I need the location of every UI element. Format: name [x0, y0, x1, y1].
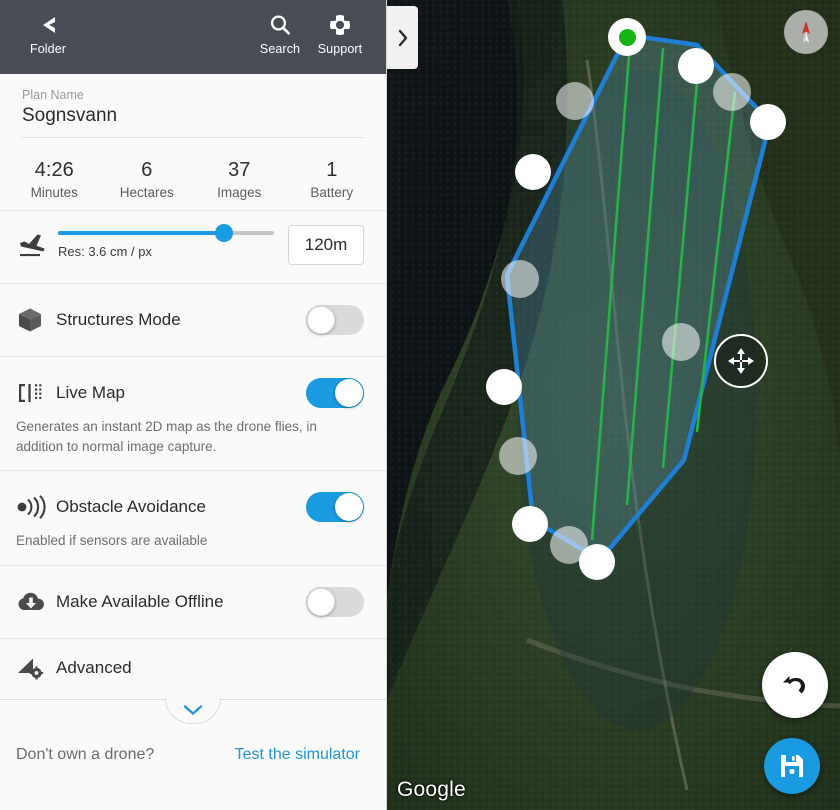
back-to-folder-button[interactable]: Folder: [24, 0, 72, 56]
option-title: Obstacle Avoidance: [56, 497, 206, 517]
option-obstacle-avoidance[interactable]: Obstacle Avoidance Enabled if sensors ar…: [0, 471, 386, 566]
option-title: Structures Mode: [56, 310, 181, 329]
mission-planner-screen: Folder Search Support Plan Name Sognsvan…: [0, 0, 840, 810]
toggle-knob: [307, 587, 335, 616]
vertex-handle[interactable]: [515, 154, 551, 190]
vertex-handle[interactable]: [678, 48, 714, 84]
stat-value: 1: [326, 159, 338, 181]
stat-images: 37 Images: [193, 158, 286, 200]
stat-caption: Images: [217, 185, 262, 200]
stat-battery: 1 Battery: [286, 158, 379, 200]
settings-sidebar: Folder Search Support Plan Name Sognsvan…: [0, 0, 387, 810]
sensor-waves-icon: [16, 494, 56, 520]
panel-divider: [0, 697, 386, 724]
stat-value: 4:26: [34, 159, 74, 181]
stat-caption: Battery: [310, 185, 354, 200]
option-title: Live Map: [56, 383, 125, 402]
toggle-knob: [307, 306, 335, 334]
vertex-handle[interactable]: [486, 369, 522, 405]
stat-value: 37: [228, 159, 251, 181]
vertex-handle[interactable]: [512, 506, 548, 542]
expand-panel-tab[interactable]: [387, 6, 418, 69]
stat-caption: Hectares: [119, 185, 174, 200]
map-view[interactable]: start Google: [387, 0, 840, 810]
stat-caption: Minutes: [30, 185, 78, 200]
option-subtitle: Enabled if sensors are available: [16, 533, 208, 549]
mission-polygon: [504, 32, 773, 563]
chevron-down-icon: [183, 705, 203, 715]
takeoff-plane-icon: [16, 231, 50, 259]
search-icon: [268, 12, 292, 38]
undo-button[interactable]: [762, 652, 828, 718]
plan-name-label: Plan Name: [22, 88, 84, 102]
wing-gear-icon: [16, 655, 56, 681]
save-button[interactable]: [764, 738, 820, 794]
back-arrow-icon: [36, 12, 60, 38]
option-make-available-offline[interactable]: Make Available Offline: [0, 565, 386, 639]
app-header: Folder Search Support: [0, 0, 386, 74]
mission-stats: 4:26 Minutes 6 Hectares 37 Images 1 Batt…: [0, 150, 386, 211]
option-subtitle: Generates an instant 2D map as the drone…: [16, 419, 317, 454]
advanced-label: Advanced: [56, 657, 132, 677]
cube-icon: [16, 306, 56, 334]
structures-mode-toggle[interactable]: [306, 305, 364, 335]
midpoint-handle[interactable]: [499, 437, 537, 475]
plan-name-input[interactable]: Sognsvann: [22, 105, 364, 138]
stat-minutes: 4:26 Minutes: [8, 158, 101, 200]
compass-button[interactable]: [784, 10, 828, 54]
search-label: Search: [259, 42, 301, 56]
midpoint-handle[interactable]: [662, 323, 700, 361]
stat-value: 6: [141, 159, 153, 181]
make-available-offline-toggle[interactable]: [306, 586, 364, 617]
search-button[interactable]: Search: [256, 0, 304, 56]
test-simulator-link[interactable]: Test the simulator: [235, 746, 364, 764]
live-map-toggle[interactable]: [306, 378, 364, 408]
start-dot-icon: [618, 28, 636, 46]
support-button[interactable]: Support: [314, 0, 366, 56]
altitude-slider[interactable]: [58, 224, 274, 242]
obstacle-avoidance-toggle[interactable]: [306, 492, 364, 523]
midpoint-handle[interactable]: [713, 73, 751, 111]
toggle-knob: [335, 379, 363, 407]
live-map-icon: [16, 379, 56, 407]
compass-icon: [802, 21, 810, 43]
slider-fill: [58, 231, 225, 235]
midpoint-handle[interactable]: [501, 260, 539, 298]
save-floppy-icon: [781, 755, 803, 777]
altitude-value-input[interactable]: 120m: [288, 225, 364, 265]
advanced-row[interactable]: Advanced: [0, 638, 386, 699]
option-live-map[interactable]: Live Map Generates an instant 2D map as …: [0, 357, 386, 472]
cloud-download-icon: [16, 589, 56, 615]
option-title: Make Available Offline: [56, 591, 224, 611]
altitude-slider-group: Res: 3.6 cm / px: [50, 224, 288, 259]
move-handle-icon[interactable]: [714, 334, 768, 388]
support-lifering-icon: [328, 12, 352, 38]
chevron-right-icon: [398, 29, 407, 46]
option-structures-mode[interactable]: Structures Mode: [0, 284, 386, 357]
resolution-text: Res: 3.6 cm / px: [58, 244, 152, 259]
altitude-row: Res: 3.6 cm / px 120m: [0, 211, 386, 284]
undo-icon: [783, 676, 806, 694]
back-to-folder-label: Folder: [29, 42, 67, 56]
toggle-knob: [335, 493, 363, 522]
google-attribution: Google: [397, 778, 466, 801]
slider-thumb[interactable]: [215, 224, 234, 242]
start-vertex-handle[interactable]: [608, 18, 646, 56]
stat-hectares: 6 Hectares: [101, 158, 194, 200]
plan-name-block: Plan Name Sognsvann: [0, 74, 386, 150]
no-drone-question: Don't own a drone?: [16, 745, 155, 763]
vertex-handle[interactable]: [750, 104, 786, 140]
midpoint-handle[interactable]: [556, 82, 594, 120]
vertex-handle[interactable]: [579, 544, 615, 580]
support-label: Support: [317, 42, 363, 56]
